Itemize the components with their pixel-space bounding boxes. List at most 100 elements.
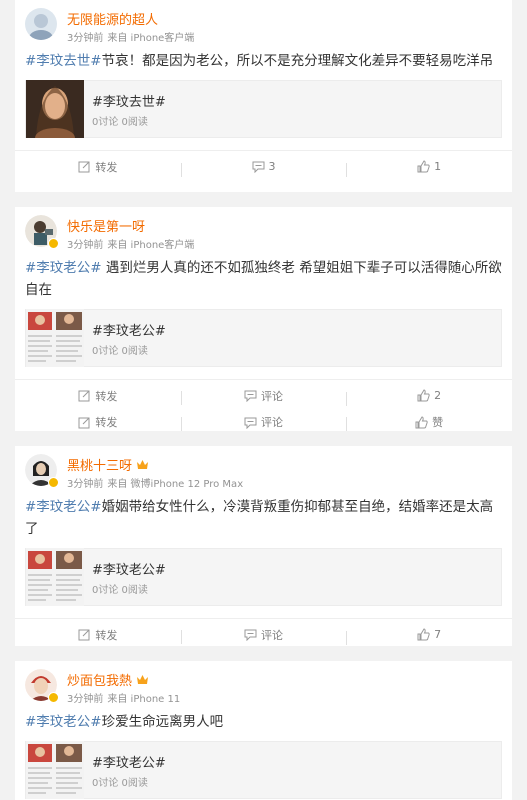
post-header: 黑桃十三呀 3分钟前 来自 微博iPhone 12 Pro Max — [15, 446, 512, 492]
action-bar-duplicate: 转发 评论 赞 — [15, 411, 512, 433]
like-label: 赞 — [432, 416, 444, 429]
forward-button[interactable]: 转发 — [15, 414, 181, 430]
topic-card[interactable]: #李玟老公# 0讨论 0阅读 — [25, 741, 502, 799]
topic-link[interactable]: #李玟老公# — [25, 260, 102, 276]
weibo-feed: 无限能源的超人 3分钟前 来自 iPhone客户端 #李玟去世#节哀！都是因为老公… — [0, 0, 527, 800]
topic-link[interactable]: #李玟去世# — [25, 53, 102, 69]
avatar[interactable] — [25, 215, 59, 249]
comment-label: 评论 — [261, 389, 283, 403]
topic-card-stats: 0讨论 0阅读 — [92, 345, 148, 357]
post-meta: 3分钟前 来自 iPhone客户端 — [67, 29, 194, 44]
share-icon — [78, 629, 90, 641]
verified-badge — [48, 477, 59, 488]
topic-card-stats: 0讨论 0阅读 — [92, 584, 148, 596]
topic-thumbnail — [26, 741, 84, 799]
like-count: 7 — [434, 628, 442, 641]
post-card: 无限能源的超人 3分钟前 来自 iPhone客户端 #李玟去世#节哀！都是因为老公… — [15, 0, 512, 192]
forward-label: 转发 — [95, 160, 118, 174]
post-body: 珍爱生命远离男人吧 — [101, 714, 224, 730]
comment-icon — [244, 417, 257, 429]
forward-label: 转发 — [95, 628, 118, 642]
thumb-up-icon — [417, 628, 430, 641]
thumb-up-icon — [415, 415, 428, 428]
post-text: #李玟老公#婚姻带给女性什么，冷漠背叛重伤抑郁甚至自绝，结婚率还是太高了 — [15, 492, 512, 540]
avatar[interactable] — [25, 8, 57, 40]
comment-button[interactable]: 评论 — [180, 414, 347, 431]
post-card: 炒面包我熱 3分钟前 来自 iPhone 11 #李玟老公#珍爱生命远离男人吧 #… — [15, 661, 512, 800]
topic-card[interactable]: #李玟去世# 0讨论 0阅读 — [25, 80, 502, 138]
post-time: 3分钟前 — [67, 33, 104, 44]
topic-thumbnail — [26, 548, 84, 606]
avatar[interactable] — [25, 454, 59, 488]
comment-button[interactable]: 3 — [180, 160, 347, 177]
comment-button[interactable]: 评论 — [180, 388, 347, 405]
like-button[interactable]: 2 — [346, 389, 512, 406]
share-icon — [78, 417, 90, 428]
post-source: 来自 微博iPhone 12 Pro Max — [107, 479, 244, 490]
post-text: #李玟去世#节哀！都是因为老公，所以不是充分理解文化差异不要轻易吃洋吊 — [15, 46, 512, 72]
crown-icon — [137, 459, 149, 469]
like-button[interactable]: 7 — [346, 628, 512, 645]
thumb-up-icon — [417, 160, 430, 173]
post-body: 节哀！都是因为老公，所以不是充分理解文化差异不要轻易吃洋吊 — [101, 53, 494, 69]
username[interactable]: 无限能源的超人 — [67, 9, 158, 28]
comment-icon — [244, 629, 257, 641]
topic-card[interactable]: #李玟老公# 0讨论 0阅读 — [25, 309, 502, 367]
post-source: 来自 iPhone客户端 — [107, 240, 195, 251]
post-source: 来自 iPhone 11 — [107, 694, 181, 705]
topic-link[interactable]: #李玟老公# — [25, 714, 102, 730]
topic-card-stats: 0讨论 0阅读 — [92, 777, 148, 789]
username[interactable]: 黑桃十三呀 — [67, 455, 132, 474]
comment-button[interactable]: 评论 — [180, 627, 347, 644]
comment-label: 评论 — [261, 628, 283, 642]
topic-link[interactable]: #李玟老公# — [25, 499, 102, 515]
post-header: 快乐是第一呀 3分钟前 来自 iPhone客户端 — [15, 207, 512, 253]
verified-badge — [48, 238, 59, 249]
forward-label: 转发 — [95, 389, 118, 403]
post-time: 3分钟前 — [67, 479, 104, 490]
topic-card-stats: 0讨论 0阅读 — [92, 116, 148, 128]
share-icon — [78, 161, 90, 173]
thumb-up-icon — [417, 389, 430, 402]
topic-card-title: #李玟老公# — [92, 323, 166, 339]
action-bar: 转发 3 1 — [15, 150, 512, 182]
comment-count: 3 — [268, 160, 276, 173]
action-bar: 转发 评论 2 — [15, 379, 512, 411]
post-card: 快乐是第一呀 3分钟前 来自 iPhone客户端 #李玟老公# 遇到烂男人真的还不… — [15, 207, 512, 431]
username[interactable]: 炒面包我熱 — [67, 670, 132, 689]
action-bar: 转发 评论 7 — [15, 618, 512, 650]
post-meta: 3分钟前 来自 iPhone 11 — [67, 690, 180, 705]
post-source: 来自 iPhone客户端 — [107, 33, 195, 44]
share-icon — [78, 390, 90, 402]
comment-icon — [252, 161, 264, 173]
post-meta: 3分钟前 来自 iPhone客户端 — [67, 236, 194, 251]
post-meta: 3分钟前 来自 微博iPhone 12 Pro Max — [67, 475, 243, 490]
post-card: 黑桃十三呀 3分钟前 来自 微博iPhone 12 Pro Max #李玟老公#婚… — [15, 446, 512, 646]
post-header: 炒面包我熱 3分钟前 来自 iPhone 11 — [15, 661, 512, 707]
topic-thumbnail — [26, 309, 84, 367]
like-count: 1 — [434, 160, 442, 173]
like-count: 2 — [434, 389, 442, 402]
verified-badge — [48, 692, 59, 703]
post-text: #李玟老公#珍爱生命远离男人吧 — [15, 707, 512, 733]
forward-label: 转发 — [95, 416, 118, 429]
username[interactable]: 快乐是第一呀 — [67, 216, 145, 235]
forward-button[interactable]: 转发 — [15, 159, 181, 175]
post-time: 3分钟前 — [67, 240, 104, 251]
like-button[interactable]: 1 — [346, 160, 512, 177]
forward-button[interactable]: 转发 — [15, 627, 181, 643]
topic-card-title: #李玟老公# — [92, 562, 166, 578]
topic-card-title: #李玟老公# — [92, 755, 166, 771]
comment-label: 评论 — [261, 416, 283, 429]
topic-thumbnail — [26, 80, 84, 138]
post-time: 3分钟前 — [67, 694, 104, 705]
crown-icon — [137, 674, 149, 684]
topic-card[interactable]: #李玟老公# 0讨论 0阅读 — [25, 548, 502, 606]
comment-icon — [244, 390, 257, 402]
topic-card-title: #李玟去世# — [92, 94, 166, 110]
forward-button[interactable]: 转发 — [15, 388, 181, 404]
avatar[interactable] — [25, 669, 59, 703]
post-text: #李玟老公# 遇到烂男人真的还不如孤独终老 希望姐姐下辈子可以活得随心所欲 自在 — [15, 253, 512, 301]
post-header: 无限能源的超人 3分钟前 来自 iPhone客户端 — [15, 0, 512, 46]
like-button[interactable]: 赞 — [346, 414, 512, 431]
